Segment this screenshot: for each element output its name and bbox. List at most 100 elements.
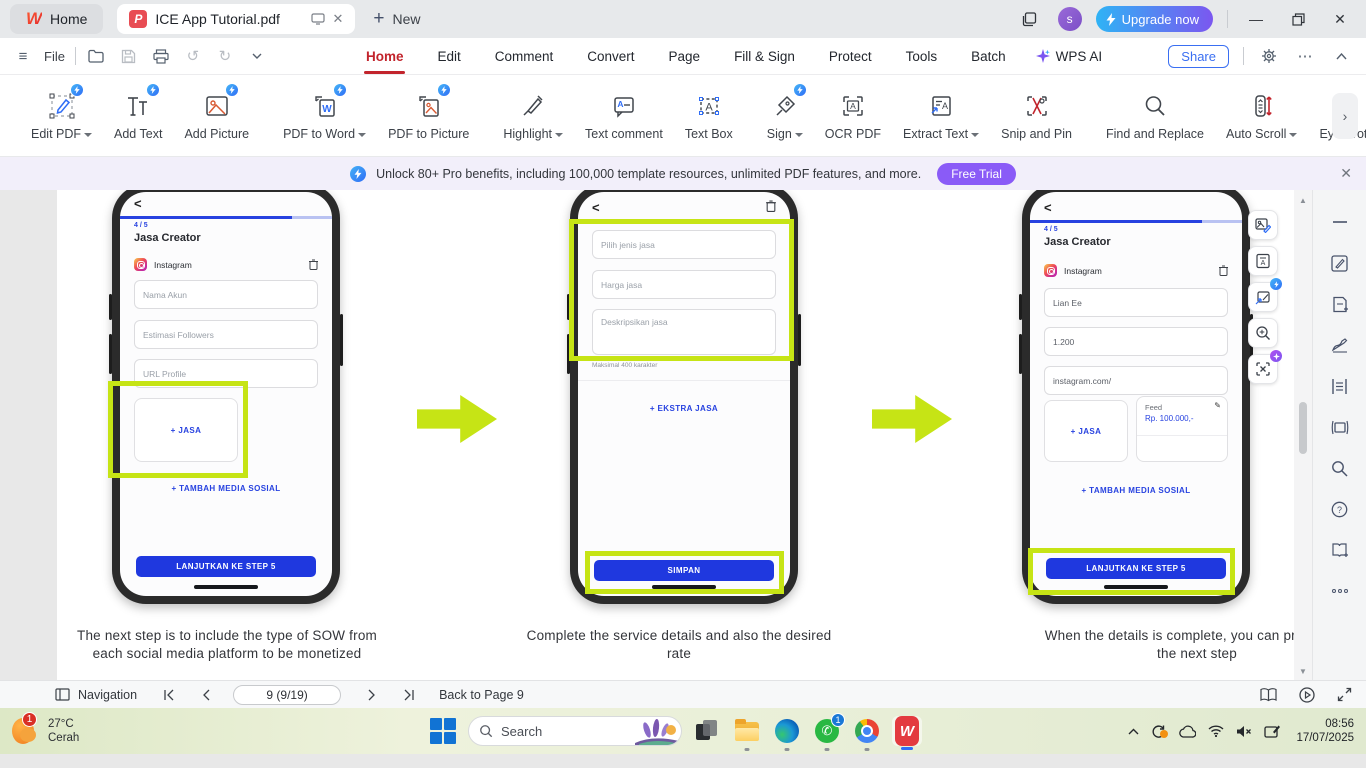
document-tab[interactable]: P ICE App Tutorial.pdf ✕ bbox=[117, 4, 355, 34]
file-explorer-button[interactable] bbox=[732, 716, 762, 746]
column-layout-icon[interactable] bbox=[1330, 376, 1350, 396]
wifi-icon[interactable] bbox=[1208, 725, 1224, 737]
previous-page-button[interactable] bbox=[202, 689, 211, 701]
banner-close-icon[interactable]: ✕ bbox=[1340, 165, 1352, 182]
tab-wps-ai[interactable]: WPS AI bbox=[1036, 49, 1103, 64]
scroll-up-icon[interactable]: ▲ bbox=[1299, 196, 1307, 205]
file-menu[interactable]: File bbox=[44, 49, 65, 64]
edit-pdf-button[interactable]: Edit PDF bbox=[20, 81, 103, 151]
text-box-button[interactable]: A Text Box bbox=[674, 81, 744, 151]
ocr-pdf-button[interactable]: A OCR PDF bbox=[814, 81, 892, 151]
page-flip-icon[interactable] bbox=[1330, 417, 1350, 437]
screen-share-icon[interactable] bbox=[311, 13, 325, 25]
vertical-scrollbar[interactable]: ▲ ▼ bbox=[1294, 190, 1312, 694]
settings-gear-icon[interactable] bbox=[1258, 45, 1280, 67]
restore-button[interactable] bbox=[1284, 6, 1312, 32]
toolbar-overflow-button[interactable]: › bbox=[1332, 93, 1358, 139]
image-resize-button[interactable] bbox=[1248, 282, 1278, 312]
collapse-panel-icon[interactable] bbox=[1330, 212, 1350, 232]
print-icon[interactable] bbox=[150, 45, 172, 67]
read-mode-icon[interactable] bbox=[1260, 688, 1277, 702]
image-edit-button[interactable] bbox=[1248, 210, 1278, 240]
update-sync-icon[interactable] bbox=[1151, 724, 1166, 739]
wps-office-button[interactable]: W bbox=[892, 716, 922, 746]
annotate-icon[interactable] bbox=[1330, 253, 1350, 273]
undo-icon[interactable]: ↺ bbox=[182, 45, 204, 67]
scroll-down-icon[interactable]: ▼ bbox=[1299, 667, 1307, 676]
tab-batch[interactable]: Batch bbox=[969, 43, 1008, 70]
collapse-ribbon-icon[interactable] bbox=[1330, 45, 1352, 67]
pdf-to-word-button[interactable]: W PDF to Word bbox=[272, 81, 377, 151]
find-and-replace-button[interactable]: Find and Replace bbox=[1095, 81, 1215, 151]
sign-button[interactable]: Sign bbox=[756, 81, 814, 151]
tab-fill-sign[interactable]: Fill & Sign bbox=[732, 43, 797, 70]
page-number-field[interactable]: 9 (9/19) bbox=[233, 685, 341, 705]
last-page-button[interactable] bbox=[402, 689, 415, 701]
task-view-button[interactable] bbox=[692, 716, 722, 746]
first-page-button[interactable] bbox=[163, 689, 176, 701]
more-tools-icon[interactable] bbox=[1330, 581, 1350, 601]
next-page-button[interactable] bbox=[367, 689, 376, 701]
user-avatar[interactable]: s bbox=[1058, 7, 1082, 31]
tray-chevron-up-icon[interactable] bbox=[1128, 728, 1139, 735]
hamburger-menu-icon[interactable]: ≡ bbox=[12, 45, 34, 67]
save-icon[interactable] bbox=[118, 45, 140, 67]
add-picture-button[interactable]: Add Picture bbox=[173, 81, 260, 151]
history-chevron-icon[interactable] bbox=[246, 45, 268, 67]
vertical-scroll-thumb[interactable] bbox=[1299, 402, 1307, 454]
onedrive-cloud-icon[interactable] bbox=[1178, 725, 1196, 738]
minimize-button[interactable]: — bbox=[1242, 6, 1270, 32]
signature-icon[interactable] bbox=[1330, 335, 1350, 355]
close-window-button[interactable]: ✕ bbox=[1326, 6, 1354, 32]
tab-edit[interactable]: Edit bbox=[435, 43, 462, 70]
edit-pencil-icon: ✎ bbox=[1214, 401, 1221, 410]
tab-page[interactable]: Page bbox=[667, 43, 703, 70]
smart-crop-button[interactable] bbox=[1248, 354, 1278, 384]
redo-icon[interactable]: ↻ bbox=[214, 45, 236, 67]
pdf-page[interactable]: < 4 / 5 Jasa Creator Instagram Nama Akun… bbox=[57, 190, 1294, 680]
chrome-button[interactable] bbox=[852, 716, 882, 746]
whatsapp-button[interactable]: ✆1 bbox=[812, 716, 842, 746]
auto-play-icon[interactable] bbox=[1299, 687, 1315, 703]
start-button[interactable] bbox=[428, 716, 458, 746]
floating-image-toolbar: A bbox=[1248, 210, 1278, 384]
pen-device-icon[interactable] bbox=[1264, 724, 1280, 738]
auto-scroll-button[interactable]: Auto Scroll bbox=[1215, 81, 1308, 151]
ai-badge-icon bbox=[225, 83, 239, 97]
tab-comment[interactable]: Comment bbox=[493, 43, 556, 70]
fullscreen-icon[interactable] bbox=[1337, 687, 1352, 702]
taskbar-search[interactable]: Search bbox=[468, 716, 682, 746]
tab-tools[interactable]: Tools bbox=[904, 43, 940, 70]
text-comment-button[interactable]: A Text comment bbox=[574, 81, 674, 151]
add-text-button[interactable]: Add Text bbox=[103, 81, 173, 151]
tab-convert[interactable]: Convert bbox=[585, 43, 636, 70]
clock-widget[interactable]: 08:56 17/07/2025 bbox=[1296, 717, 1354, 745]
free-trial-button[interactable]: Free Trial bbox=[937, 163, 1016, 185]
back-to-page-button[interactable]: Back to Page 9 bbox=[439, 688, 524, 702]
weather-widget[interactable]: 1 27°C Cerah bbox=[10, 716, 79, 746]
volume-muted-icon[interactable] bbox=[1236, 725, 1252, 738]
share-button[interactable]: Share bbox=[1168, 45, 1229, 68]
search-placeholder: Search bbox=[501, 724, 542, 739]
upgrade-now-button[interactable]: Upgrade now bbox=[1096, 6, 1213, 32]
search-icon[interactable] bbox=[1330, 458, 1350, 478]
highlight-button[interactable]: Highlight bbox=[492, 81, 574, 151]
add-page-icon[interactable] bbox=[1330, 294, 1350, 314]
tab-protect[interactable]: Protect bbox=[827, 43, 874, 70]
navigation-toggle[interactable]: Navigation bbox=[55, 688, 137, 702]
help-icon[interactable]: ? bbox=[1330, 499, 1350, 519]
home-tab[interactable]: W Home bbox=[10, 4, 103, 34]
multi-window-icon[interactable] bbox=[1016, 6, 1044, 32]
close-tab-icon[interactable]: ✕ bbox=[333, 11, 344, 27]
extract-text-button[interactable]: A Extract Text bbox=[892, 81, 990, 151]
more-options-icon[interactable]: ⋯ bbox=[1294, 45, 1316, 67]
edge-button[interactable] bbox=[772, 716, 802, 746]
open-folder-icon[interactable] bbox=[86, 45, 108, 67]
pdf-to-picture-button[interactable]: PDF to Picture bbox=[377, 81, 480, 151]
image-to-text-button[interactable]: A bbox=[1248, 246, 1278, 276]
snip-and-pin-button[interactable]: Snip and Pin bbox=[990, 81, 1083, 151]
zoom-in-button[interactable] bbox=[1248, 318, 1278, 348]
tab-home[interactable]: Home bbox=[364, 43, 406, 70]
new-tab-button[interactable]: + New bbox=[373, 8, 420, 30]
add-bookmark-icon[interactable] bbox=[1330, 540, 1350, 560]
